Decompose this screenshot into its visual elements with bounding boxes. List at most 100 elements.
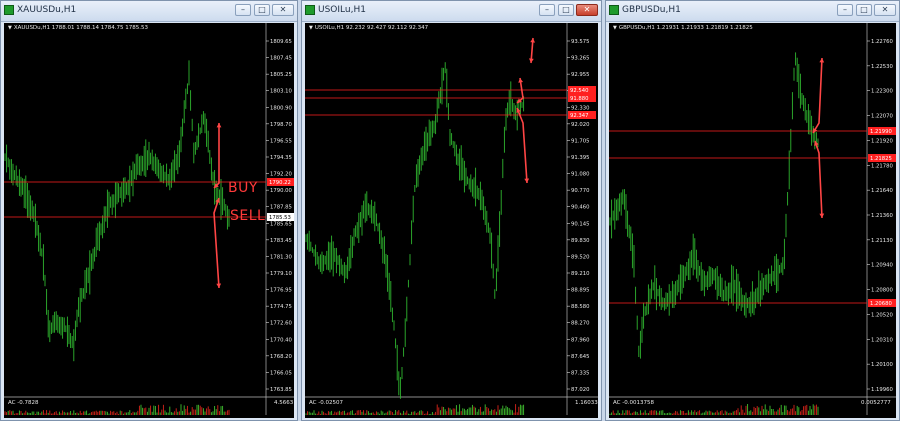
price-tick-label: 91.080 <box>571 172 590 178</box>
sell-annotation: SELL <box>230 208 266 224</box>
price-tick-label: 90.770 <box>571 188 590 194</box>
price-tick-label: 89.830 <box>571 238 590 244</box>
chart-window-usoil[interactable]: USOILu,H1 – □ ✕ ▼ USOILu,H1 92.232 92.427… <box>301 0 602 421</box>
indicator-label: AC -0.02507 <box>309 400 343 406</box>
chart-header: ▼ USOILu,H1 92.232 92.427 92.112 92.347 <box>309 25 428 31</box>
price-tick-label: 1781.30 <box>270 254 293 260</box>
minimize-button[interactable]: – <box>235 4 251 16</box>
price-tick-label: 88.580 <box>571 304 590 310</box>
annotation-arrow <box>516 107 528 184</box>
dropdown-triangle-icon: ▼ <box>8 25 12 31</box>
arrow-head-icon <box>216 123 222 128</box>
price-tick-label: 1790.00 <box>270 188 293 194</box>
annotation-arrow <box>812 57 823 134</box>
price-tick-label: 1798.70 <box>270 122 293 128</box>
chart-header: ▼ XAUUSDu,H1 1788.01 1788.14 1784.75 1785… <box>8 25 148 31</box>
maximize-button[interactable]: □ <box>558 4 574 16</box>
price-tick-label: 1774.75 <box>270 304 292 310</box>
price-tick-label: 1.20520 <box>871 312 894 318</box>
price-tick-label: 1787.85 <box>270 205 292 211</box>
indicator-scale-value: 0.0052777 <box>861 400 891 406</box>
annotation-arrow <box>814 140 823 219</box>
price-level-value: 1.20680 <box>870 301 893 307</box>
price-tick-label: 1785.65 <box>270 221 292 227</box>
price-level-value: 92.540 <box>570 88 589 94</box>
price-tick-label: 89.520 <box>571 254 590 260</box>
price-tick-label: 1.19960 <box>871 387 894 393</box>
price-tick-label: 1794.35 <box>270 155 292 161</box>
chart-window-gbpusd[interactable]: GBPUSDu,H1 – □ ✕ ▼ GBPUSDu,H1 1.21931 1.2… <box>605 0 900 421</box>
dropdown-triangle-icon: ▼ <box>613 25 617 31</box>
candlestick-plot[interactable]: 93.57593.26592.95592.64092.33092.02091.7… <box>305 23 598 418</box>
price-tick-label: 1.21130 <box>871 238 894 244</box>
price-chart[interactable]: ▼ XAUUSDu,H1 1788.01 1788.14 1784.75 1785… <box>4 23 294 418</box>
minimize-button[interactable]: – <box>539 4 555 16</box>
price-level-value: 1.21825 <box>870 156 892 162</box>
chart-window-icon <box>609 5 619 15</box>
price-level-value: 91.880 <box>570 96 589 102</box>
price-level-value: 1790.22 <box>269 180 291 186</box>
price-tick-label: 1779.10 <box>270 271 293 277</box>
price-tick-label: 1763.85 <box>270 387 292 393</box>
arrow-head-icon <box>216 283 222 288</box>
dropdown-triangle-icon: ▼ <box>309 25 313 31</box>
window-titlebar[interactable]: USOILu,H1 – □ ✕ <box>302 1 601 22</box>
window-title: USOILu,H1 <box>318 5 366 15</box>
price-level-value: 1.21990 <box>870 129 893 135</box>
maximize-button[interactable]: □ <box>254 4 270 16</box>
price-tick-label: 1.22300 <box>871 89 894 95</box>
price-tick-label: 1.22070 <box>871 114 894 120</box>
arrow-head-icon <box>528 58 534 63</box>
price-chart[interactable]: ▼ USOILu,H1 92.232 92.427 92.112 92.347 9… <box>305 23 598 418</box>
price-tick-label: 88.895 <box>571 288 590 294</box>
price-tick-label: 1.21920 <box>871 138 894 144</box>
window-titlebar[interactable]: XAUUSDu,H1 – □ ✕ <box>1 1 297 22</box>
price-tick-label: 92.330 <box>571 105 590 111</box>
price-tick-label: 91.395 <box>571 155 590 161</box>
price-tick-label: 1.20800 <box>871 288 894 294</box>
minimize-button[interactable]: – <box>837 4 853 16</box>
price-level-value: 1785.53 <box>269 215 291 221</box>
price-tick-label: 1805.25 <box>270 72 292 78</box>
price-tick-label: 91.705 <box>571 138 590 144</box>
price-tick-label: 1.20940 <box>871 263 894 269</box>
price-tick-label: 1776.95 <box>270 288 292 294</box>
maximize-button[interactable]: □ <box>856 4 872 16</box>
price-tick-label: 88.270 <box>571 321 590 327</box>
price-tick-label: 90.145 <box>571 221 590 227</box>
price-tick-label: 1800.90 <box>270 105 293 111</box>
price-tick-label: 1770.40 <box>270 337 293 343</box>
price-tick-label: 1.22530 <box>871 64 894 70</box>
ohlc-readout: USOILu,H1 92.232 92.427 92.112 92.347 <box>314 25 429 31</box>
arrow-head-icon <box>819 213 825 218</box>
candlestick-plot[interactable]: 1.22760 1.22530 1.22300 1.22070 1.21920 1.217… <box>609 23 896 418</box>
buy-annotation: BUY <box>228 180 258 196</box>
close-button[interactable]: ✕ <box>576 4 598 16</box>
price-tick-label: 90.460 <box>571 205 590 211</box>
window-title: GBPUSDu,H1 <box>622 5 681 15</box>
window-titlebar[interactable]: GBPUSDu,H1 – □ ✕ <box>606 1 899 22</box>
price-tick-label: 1807.45 <box>270 56 292 62</box>
price-tick-label: 1.21360 <box>871 213 894 219</box>
price-tick-label: 89.210 <box>571 271 590 277</box>
price-tick-label: 93.265 <box>571 56 590 62</box>
arrow-head-icon <box>524 178 530 183</box>
price-tick-label: 87.020 <box>571 387 590 393</box>
chart-window-xauusd[interactable]: XAUUSDu,H1 – □ ✕ ▼ XAUUSDu,H1 1788.01 178… <box>0 0 298 421</box>
arrow-head-icon <box>819 58 825 63</box>
price-tick-label: 1783.45 <box>270 238 292 244</box>
price-tick-label: 87.645 <box>571 354 590 360</box>
indicator-label: AC -0.7828 <box>8 400 39 406</box>
price-tick-label: 1796.55 <box>270 138 292 144</box>
close-button[interactable]: ✕ <box>874 4 896 16</box>
price-tick-label: 92.955 <box>571 72 590 78</box>
window-title: XAUUSDu,H1 <box>17 5 77 15</box>
chart-header: ▼ GBPUSDu,H1 1.21931 1.21933 1.21819 1.21… <box>613 25 753 31</box>
close-button[interactable]: ✕ <box>272 4 294 16</box>
indicator-label: AC -0.0013758 <box>613 400 654 406</box>
price-chart[interactable]: ▼ GBPUSDu,H1 1.21931 1.21933 1.21819 1.21… <box>609 23 896 418</box>
price-tick-label: 1772.60 <box>270 321 293 327</box>
price-tick-label: 1.20100 <box>871 362 894 368</box>
arrow-head-icon <box>530 38 536 43</box>
price-tick-label: 1.22760 <box>871 39 894 45</box>
